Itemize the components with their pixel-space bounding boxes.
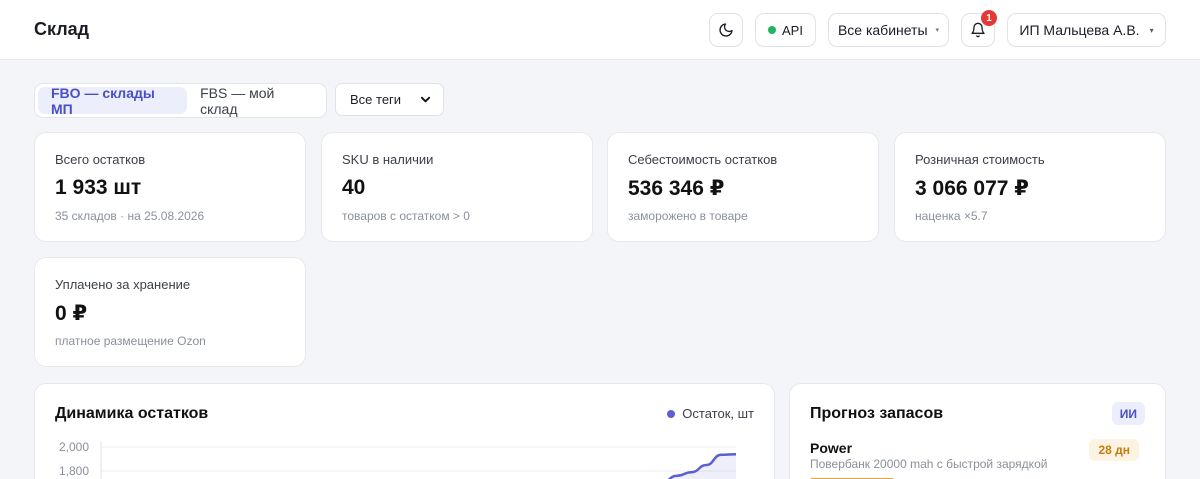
forecast-days-badge: 28 дн (1089, 439, 1139, 461)
stat-value: 536 346 ₽ (628, 177, 725, 200)
stat-label: Уплачено за хранение (55, 277, 191, 292)
stat-value: 1 933 шт (55, 176, 142, 199)
api-label: API (782, 22, 803, 38)
cabinets-label: Все кабинеты (837, 22, 928, 38)
moon-icon (719, 23, 733, 37)
chevron-down-icon (420, 96, 431, 103)
forecast-item-desc: Повербанк 20000 mah с быстрой зарядкой (810, 457, 1048, 471)
forecast-item-name: Power (810, 440, 853, 456)
stat-note: товаров с остатком > 0 (342, 209, 470, 223)
stat-note: наценка ×5.7 (915, 209, 988, 223)
stat-label: Всего остатков (55, 152, 146, 167)
api-status-button[interactable]: API (755, 13, 816, 47)
stat-card-storage-paid: Уплачено за хранение 0 ₽ платное размеще… (34, 257, 306, 367)
caret-down-icon: ▾ (1149, 25, 1154, 35)
forecast-title: Прогноз запасов (810, 405, 944, 422)
y-tick-label: 2,000 (59, 440, 89, 454)
series-area (669, 454, 736, 479)
top-header: Склад API Все кабинеты ▾ 1 ИП Мальцева А… (0, 0, 1200, 60)
stat-note: 35 складов · на 25.08.2026 (55, 209, 205, 223)
user-name: ИП Мальцева А.В. (1019, 22, 1140, 38)
y-tick-label: 1,800 (59, 464, 89, 478)
stat-card-retail: Розничная стоимость 3 066 077 ₽ наценка … (894, 132, 1166, 242)
cabinets-dropdown[interactable]: Все кабинеты ▾ (828, 13, 949, 47)
stat-note: платное размещение Ozon (55, 334, 206, 348)
stat-label: Себестоимость остатков (628, 152, 778, 167)
caret-down-icon: ▾ (935, 27, 940, 34)
stock-forecast-card: Прогноз запасов ИИ Power Повербанк 20000… (789, 383, 1166, 479)
stat-value: 3 066 077 ₽ (915, 177, 1029, 200)
stat-card-total-stock: Всего остатков 1 933 шт 35 складов · на … (34, 132, 306, 242)
tag-filter-select[interactable]: Все теги (335, 83, 444, 116)
tab-fbo[interactable]: FBO — склады МП (38, 85, 188, 117)
stock-chart: 2,000 1,800 (59, 440, 737, 479)
tag-filter-value: Все теги (350, 92, 402, 107)
theme-toggle-button[interactable] (709, 13, 743, 47)
stat-label: SKU в наличии (342, 152, 434, 167)
stat-value: 40 (342, 176, 366, 199)
page-title: Склад (34, 19, 90, 39)
user-menu-button[interactable]: ИП Мальцева А.В. ▾ (1007, 13, 1166, 47)
notifications-badge: 1 (981, 10, 997, 26)
stock-dynamics-card: Динамика остатков Остаток, шт 2,000 1,800 (34, 383, 775, 479)
stat-label: Розничная стоимость (915, 152, 1045, 167)
warehouse-type-tabs: FBO — склады МП FBS — мой склад (34, 83, 327, 118)
stat-card-sku: SKU в наличии 40 товаров с остатком > 0 (321, 132, 593, 242)
stat-card-cost: Себестоимость остатков 536 346 ₽ заморож… (607, 132, 879, 242)
api-status-dot (768, 26, 777, 34)
tab-fbs[interactable]: FBS — мой склад (187, 85, 323, 117)
ai-badge: ИИ (1111, 402, 1145, 425)
stat-value: 0 ₽ (55, 302, 88, 325)
stat-note: заморожено в товаре (628, 209, 748, 223)
